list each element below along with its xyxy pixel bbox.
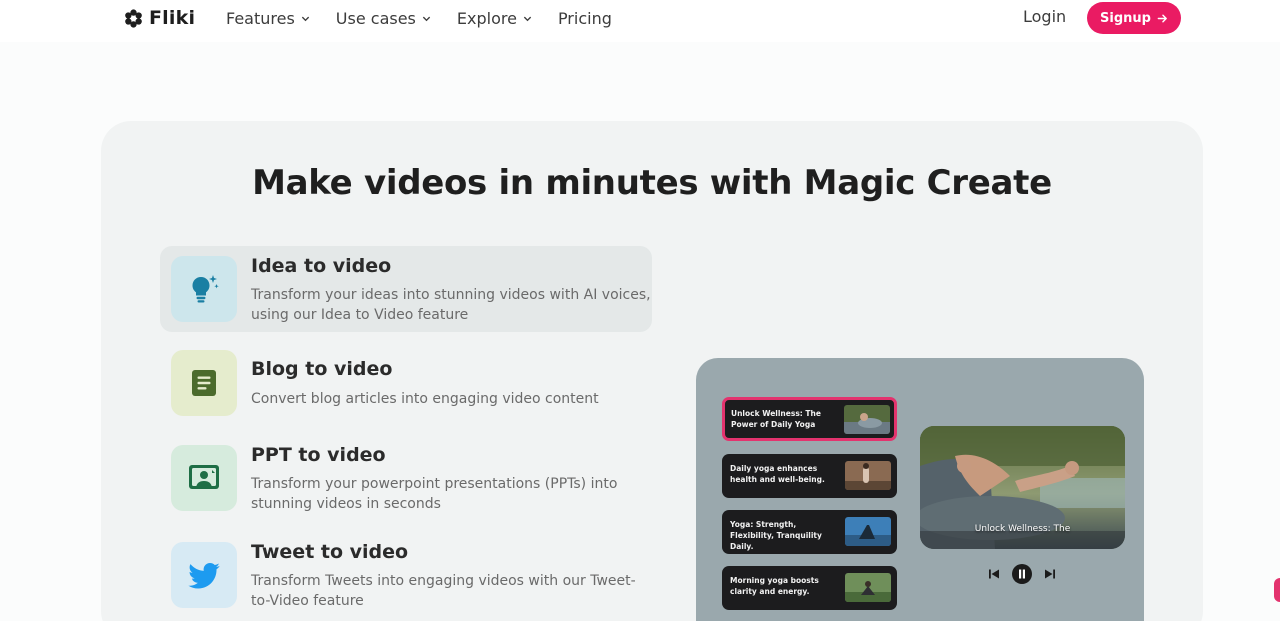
- scene-text: Yoga: Strength, Flexibility, Tranquility…: [730, 520, 822, 551]
- feature-title: PPT to video: [251, 444, 386, 466]
- chevron-down-icon: [301, 16, 309, 21]
- feature-title: Tweet to video: [251, 541, 409, 563]
- feature-icon-tile: [171, 350, 237, 416]
- scene-text: Daily yoga enhances health and well-bein…: [730, 464, 825, 484]
- nav-explore-label: Explore: [456, 8, 517, 28]
- feature-description: Transform your ideas into stunning video…: [251, 287, 651, 323]
- feature-title: Blog to video: [251, 358, 393, 380]
- video-player[interactable]: Unlock Wellness: The: [920, 426, 1125, 549]
- scene-card-active[interactable]: Unlock Wellness: The Power of Daily Yoga: [722, 397, 897, 441]
- feature-icon-tile: [171, 445, 237, 511]
- login-link[interactable]: Login: [1023, 7, 1066, 26]
- scene-thumbnail: [844, 405, 890, 434]
- signup-button[interactable]: Signup: [1087, 2, 1181, 34]
- lightbulb-sparkle-icon: [192, 275, 219, 303]
- nav-features[interactable]: Features: [226, 9, 310, 28]
- signup-label: Signup: [1100, 10, 1151, 26]
- scene-text: Morning yoga boosts clarity and energy.: [730, 576, 819, 596]
- scene-thumbnail: [845, 517, 891, 546]
- feature-description: Convert blog articles into engaging vide…: [251, 391, 599, 407]
- feature-icon-tile: [171, 542, 237, 608]
- video-controls: [988, 564, 1056, 584]
- nav-use-cases[interactable]: Use cases: [336, 9, 431, 28]
- flower-logo-icon: [125, 8, 142, 28]
- logo-text: Fliki: [149, 7, 196, 29]
- next-button[interactable]: [1044, 568, 1056, 580]
- nav-explore[interactable]: Explore: [457, 9, 532, 28]
- scene-card[interactable]: Morning yoga boosts clarity and energy.: [722, 566, 897, 610]
- previous-icon: [989, 569, 999, 579]
- section-headline: Make videos in minutes with Magic Create: [252, 163, 1052, 203]
- scene-text: Unlock Wellness: The Power of Daily Yoga: [731, 409, 821, 429]
- nav-pricing[interactable]: Pricing: [558, 9, 612, 28]
- logo[interactable]: Fliki: [124, 6, 195, 30]
- pause-button[interactable]: [1012, 564, 1032, 584]
- next-icon: [1045, 569, 1055, 579]
- chevron-down-icon: [523, 16, 532, 21]
- scene-card[interactable]: Daily yoga enhances health and well-bein…: [722, 454, 897, 498]
- scene-thumbnail: [845, 461, 891, 490]
- feature-description: Transform Tweets into engaging videos wi…: [251, 573, 636, 609]
- feature-tweet-to-video[interactable]: Tweet to video Transform Tweets into eng…: [160, 531, 652, 617]
- chevron-down-icon: [422, 16, 431, 21]
- presentation-icon: [189, 465, 219, 489]
- scene-thumbnail: [845, 573, 891, 602]
- nav-pricing-label: Pricing: [557, 8, 612, 28]
- pause-icon: [1012, 564, 1032, 584]
- feature-ppt-to-video[interactable]: PPT to video Transform your powerpoint p…: [160, 434, 652, 520]
- document-icon: [192, 370, 216, 396]
- arrow-right-icon: [1157, 14, 1167, 22]
- previous-button[interactable]: [988, 568, 1000, 580]
- nav-links: Features Use cases Explore Pricing: [226, 7, 638, 29]
- twitter-bird-icon: [188, 563, 220, 589]
- feature-title: Idea to video: [251, 255, 392, 277]
- feature-description: Transform your powerpoint presentations …: [251, 476, 618, 512]
- feature-idea-to-video[interactable]: Idea to video Transform your ideas into …: [160, 246, 652, 332]
- top-navbar: Fliki Features Use cases Explore Pricing…: [0, 0, 1280, 42]
- feature-blog-to-video[interactable]: Blog to video Convert blog articles into…: [160, 349, 652, 419]
- video-caption: Unlock Wellness: The: [974, 524, 1071, 534]
- feature-icon-tile: [171, 256, 237, 322]
- scene-card[interactable]: Yoga: Strength, Flexibility, Tranquility…: [722, 510, 897, 554]
- side-tab-handle[interactable]: [1274, 578, 1280, 602]
- nav-features-label: Features: [226, 8, 295, 28]
- nav-use-cases-label: Use cases: [335, 8, 416, 28]
